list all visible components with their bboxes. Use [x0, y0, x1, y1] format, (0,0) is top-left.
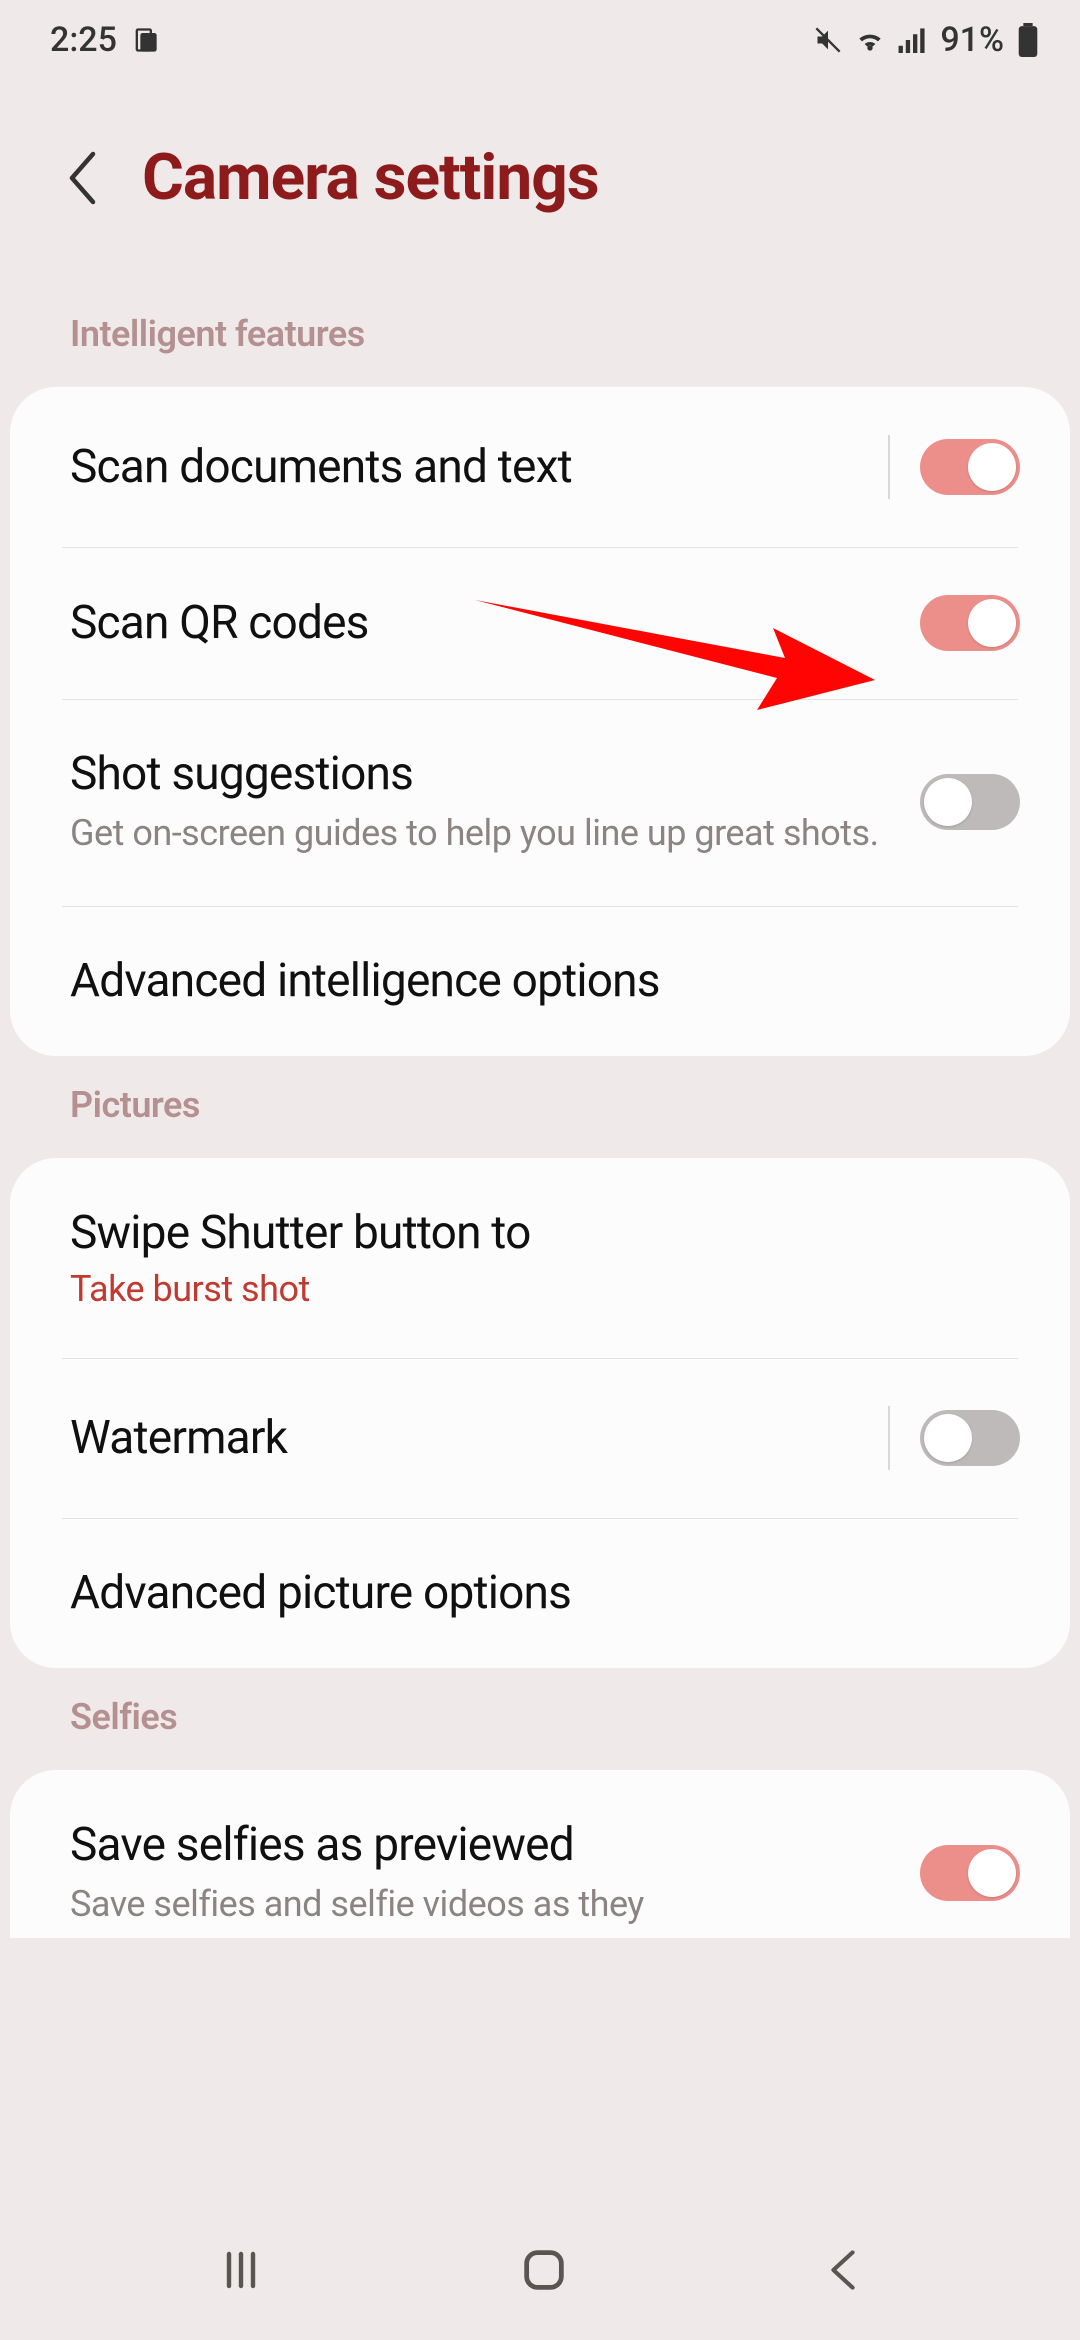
swipe-shutter-title: Swipe Shutter button to	[70, 1206, 1020, 1260]
section-header-intelligent: Intelligent features	[0, 285, 1080, 387]
row-watermark[interactable]: Watermark	[10, 1358, 1070, 1518]
shot-suggestions-toggle[interactable]	[920, 774, 1020, 830]
divider	[888, 435, 890, 499]
row-save-selfies[interactable]: Save selfies as previewed Save selfies a…	[10, 1770, 1070, 1939]
card-intelligent: Scan documents and text Scan QR codes Sh…	[10, 387, 1070, 1056]
scan-qr-toggle[interactable]	[920, 595, 1020, 651]
wifi-icon	[854, 26, 886, 54]
advanced-picture-title: Advanced picture options	[70, 1566, 1020, 1620]
shot-suggestions-title: Shot suggestions	[70, 747, 920, 801]
mute-icon	[814, 26, 842, 54]
card-selfies: Save selfies as previewed Save selfies a…	[10, 1770, 1070, 1939]
scan-documents-title: Scan documents and text	[70, 440, 872, 494]
window-icon	[131, 26, 159, 54]
row-advanced-picture[interactable]: Advanced picture options	[10, 1518, 1070, 1668]
scan-qr-title: Scan QR codes	[70, 596, 920, 650]
section-header-selfies: Selfies	[0, 1668, 1080, 1770]
shot-suggestions-subtitle: Get on-screen guides to help you line up…	[70, 809, 920, 858]
status-right: 91%	[814, 20, 1040, 60]
page-title: Camera settings	[142, 140, 599, 215]
status-left: 2:25	[50, 20, 159, 60]
scan-documents-toggle[interactable]	[920, 439, 1020, 495]
nav-back-icon[interactable]	[823, 2246, 863, 2294]
watermark-title: Watermark	[70, 1411, 872, 1465]
divider	[888, 1406, 890, 1470]
row-swipe-shutter[interactable]: Swipe Shutter button to Take burst shot	[10, 1158, 1070, 1358]
row-scan-documents[interactable]: Scan documents and text	[10, 387, 1070, 547]
watermark-toggle[interactable]	[920, 1410, 1020, 1466]
save-selfies-subtitle: Save selfies and selfie videos as they	[70, 1880, 920, 1929]
row-scan-qr[interactable]: Scan QR codes	[10, 547, 1070, 699]
row-shot-suggestions[interactable]: Shot suggestions Get on-screen guides to…	[10, 699, 1070, 906]
status-time: 2:25	[50, 20, 117, 60]
nav-recents-icon[interactable]	[217, 2246, 265, 2294]
advanced-intelligence-title: Advanced intelligence options	[70, 954, 1020, 1008]
save-selfies-title: Save selfies as previewed	[70, 1818, 920, 1872]
status-bar: 2:25 91%	[0, 0, 1080, 80]
header: Camera settings	[0, 80, 1080, 285]
signal-icon	[898, 27, 928, 53]
save-selfies-toggle[interactable]	[920, 1845, 1020, 1901]
row-advanced-intelligence[interactable]: Advanced intelligence options	[10, 906, 1070, 1056]
swipe-shutter-value: Take burst shot	[70, 1268, 1020, 1310]
section-header-pictures: Pictures	[0, 1056, 1080, 1158]
status-battery-text: 91%	[940, 20, 1004, 60]
card-pictures: Swipe Shutter button to Take burst shot …	[10, 1158, 1070, 1668]
back-icon[interactable]	[60, 148, 102, 208]
nav-home-icon[interactable]	[518, 2244, 570, 2296]
navigation-bar	[0, 2200, 1080, 2340]
battery-icon	[1016, 23, 1040, 57]
